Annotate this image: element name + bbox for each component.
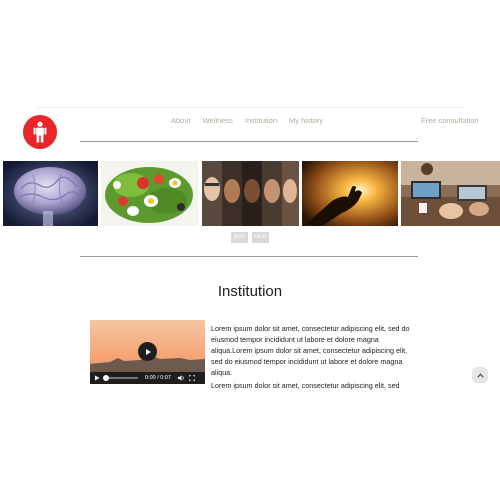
play-overlay-button[interactable] <box>138 342 157 361</box>
nav-item-about[interactable]: About <box>171 116 191 125</box>
fullscreen-button[interactable] <box>188 374 196 382</box>
carousel-pager: prev next <box>231 232 269 243</box>
person-icon <box>33 121 47 143</box>
brain-image[interactable] <box>3 161 98 226</box>
volume-icon <box>177 375 184 381</box>
divider <box>80 141 418 142</box>
logo[interactable] <box>23 115 57 149</box>
body-text: Lorem ipsum dolor sit amet, consectetur … <box>211 323 411 393</box>
chevron-up-icon <box>476 372 484 378</box>
nav-item-my-history[interactable]: My history <box>289 116 323 125</box>
next-button[interactable]: next <box>252 232 269 243</box>
main-nav: About Wellness Institution My history <box>171 116 323 125</box>
play-icon <box>145 348 151 355</box>
seek-handle[interactable] <box>103 375 109 381</box>
paragraph: Lorem ipsum dolor sit amet, consectetur … <box>211 381 400 390</box>
play-button[interactable] <box>93 374 101 382</box>
nav-item-institution[interactable]: Institution <box>245 116 277 125</box>
section-title: Institution <box>217 283 283 300</box>
sunset-hands-image[interactable] <box>302 161 398 226</box>
scroll-to-top-button[interactable] <box>472 367 488 383</box>
video-controls: 0:00 / 0:07 <box>90 372 205 384</box>
video-time: 0:00 / 0:07 <box>145 375 171 381</box>
salad-image[interactable] <box>101 161 198 226</box>
fullscreen-icon <box>189 375 195 381</box>
laptop-workers-image[interactable] <box>401 161 500 226</box>
paragraph: Lorem ipsum dolor sit amet, consectetur … <box>211 324 410 377</box>
volume-button[interactable] <box>177 374 185 382</box>
video-player[interactable]: 0:00 / 0:07 <box>90 320 205 384</box>
video-seek-bar[interactable] <box>103 375 138 381</box>
faces-image[interactable] <box>202 161 299 226</box>
divider <box>80 256 418 257</box>
image-carousel <box>0 161 500 226</box>
play-icon <box>95 375 100 381</box>
nav-item-wellness[interactable]: Wellness <box>203 116 233 125</box>
top-divider <box>36 107 464 108</box>
prev-button[interactable]: prev <box>231 232 248 243</box>
free-consultation-link[interactable]: Free consultation <box>421 116 479 125</box>
